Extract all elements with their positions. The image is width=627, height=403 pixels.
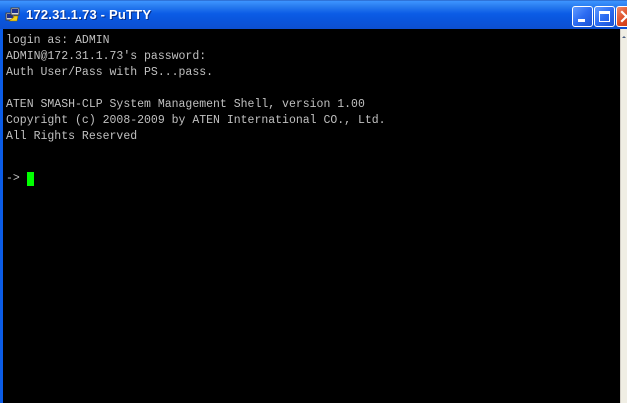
window-title: 172.31.1.73 - PuTTY [26,7,152,22]
putty-icon[interactable] [5,7,21,23]
putty-window: 172.31.1.73 - PuTTY login as: ADMIN ADMI… [0,0,627,403]
terminal-line: Auth User/Pass with PS...pass. [6,66,214,79]
close-button[interactable] [616,6,627,27]
maximize-icon [599,11,610,22]
terminal-line: Copyright (c) 2008-2009 by ATEN Internat… [6,114,386,127]
vertical-scrollbar[interactable] [620,29,627,403]
minimize-icon [578,19,585,22]
title-bar[interactable]: 172.31.1.73 - PuTTY [0,0,627,29]
maximize-button[interactable] [594,6,615,27]
terminal-area[interactable]: login as: ADMIN ADMIN@172.31.1.73's pass… [3,29,620,403]
terminal-line: ATEN SMASH-CLP System Management Shell, … [6,98,365,111]
close-icon [620,10,627,23]
terminal-output: login as: ADMIN ADMIN@172.31.1.73's pass… [6,33,386,145]
text-cursor [26,172,34,186]
terminal-line: ADMIN@172.31.1.73's password: [6,50,207,63]
command-prompt[interactable]: -> [6,171,34,187]
terminal-line: All Rights Reserved [6,130,138,143]
terminal-line: login as: ADMIN [6,34,110,47]
prompt-symbol: -> [6,172,20,185]
minimize-button[interactable] [572,6,593,27]
scroll-up-icon[interactable] [622,35,626,39]
